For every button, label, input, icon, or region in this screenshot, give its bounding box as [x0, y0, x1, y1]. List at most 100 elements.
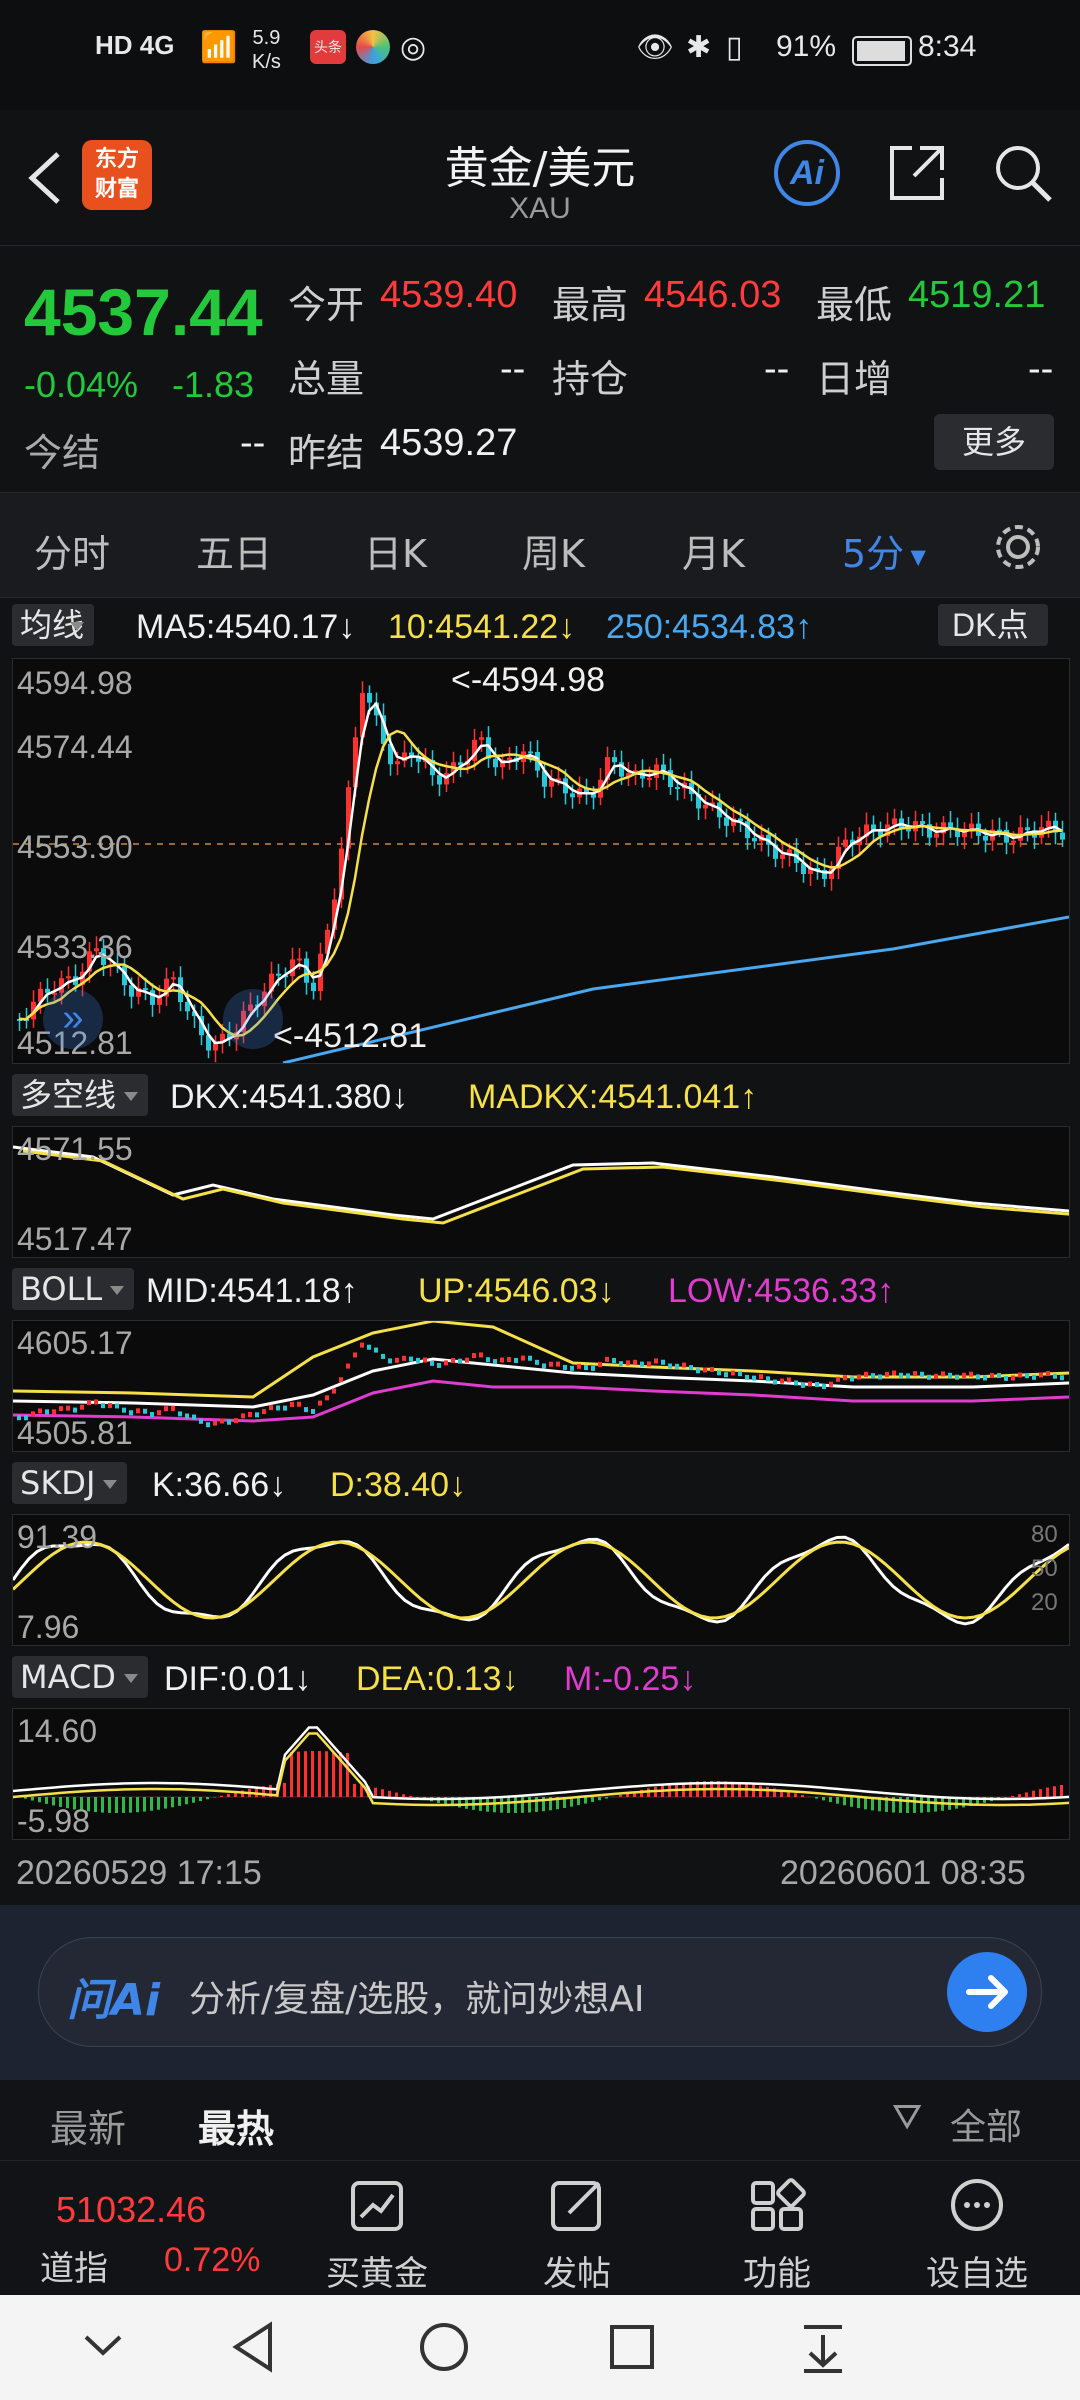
skdj-y-min: 7.96 — [17, 1609, 80, 1645]
macd-histogram-bar — [297, 1751, 300, 1797]
boll-candle — [262, 1409, 266, 1415]
boll-candle — [199, 1418, 203, 1424]
boll-candle — [591, 1365, 595, 1371]
tab-five-day[interactable]: 五日 — [196, 523, 272, 578]
feed-filter-all[interactable]: 全部 — [950, 2098, 1022, 2150]
candle-body — [843, 839, 848, 847]
dk-point-button[interactable]: DK点 — [938, 604, 1049, 646]
boll-candle — [976, 1374, 980, 1380]
functions-button[interactable]: 功能 — [702, 2175, 852, 2295]
period-tabs: 分时 五日 日K 周K 月K 5分 ▼ — [0, 492, 1080, 598]
logo-line1: 东方 — [94, 147, 139, 172]
boll-candle — [885, 1371, 889, 1377]
ma-button[interactable]: 均线 — [12, 604, 95, 646]
boll-candle — [570, 1365, 574, 1371]
dk-signal-left-icon[interactable]: » — [43, 989, 103, 1049]
search-icon[interactable] — [990, 140, 1056, 206]
boll-candle — [717, 1370, 721, 1376]
candle-body — [780, 854, 785, 859]
buy-gold-button[interactable]: 买黄金 — [302, 2175, 452, 2295]
macd-histogram-bar — [38, 1797, 41, 1803]
ai-send-button[interactable] — [947, 1952, 1027, 2032]
skdj-button[interactable]: SKDJ — [12, 1462, 128, 1504]
share-icon[interactable] — [884, 140, 950, 206]
candle-body — [297, 958, 302, 961]
hide-keyboard-icon[interactable] — [78, 2325, 128, 2365]
feed-tab-hot[interactable]: 最热 — [198, 2098, 274, 2153]
feed-tab-latest[interactable]: 最新 — [50, 2098, 126, 2153]
boll-candle — [206, 1422, 210, 1428]
tab-5min[interactable]: 5分 ▼ — [842, 523, 926, 578]
candle-body — [528, 751, 533, 754]
boll-candle — [381, 1353, 385, 1359]
tab-weekly-k[interactable]: 周K — [522, 523, 585, 578]
boll-candle — [766, 1376, 770, 1382]
eye-icon: 👁 — [636, 31, 675, 64]
quote-panel: 4537.44 -0.04% -1.83 今结 -- 今开 4539.40 最高… — [0, 246, 1080, 491]
boll-candle — [486, 1357, 490, 1363]
change-value: -1.83 — [172, 364, 255, 405]
bluetooth-icon: ✱ — [686, 31, 712, 64]
macd-histogram-bar — [850, 1797, 853, 1807]
volume-label: 总量 — [288, 357, 365, 401]
boll-candle — [136, 1408, 140, 1414]
recents-nav-icon[interactable] — [606, 2321, 658, 2373]
dk-point-label: DK点 — [952, 607, 1029, 643]
boll-candle — [787, 1377, 791, 1383]
dkx-button[interactable]: 多空线 — [12, 1074, 149, 1116]
boll-candle — [73, 1407, 77, 1413]
boll-candle — [997, 1373, 1001, 1379]
macd-histogram-bar — [332, 1751, 335, 1797]
battery-percent: 91% — [776, 30, 837, 63]
ai-search-input[interactable]: 问Ai 分析/复盘/选股，就问妙想AI — [38, 1937, 1042, 2047]
tab-daily-k[interactable]: 日K — [364, 523, 427, 578]
boll-candle — [815, 1381, 819, 1387]
add-watchlist-button[interactable]: 设自选 — [902, 2175, 1052, 2295]
change-percent: -0.04% — [24, 364, 139, 405]
macd-histogram-bar — [136, 1797, 139, 1813]
boll-candle — [969, 1371, 973, 1377]
macd-chart[interactable]: 14.60 -5.98 — [12, 1708, 1070, 1840]
dkx-line — [13, 1145, 1069, 1221]
buy-gold-label: 买黄金 — [326, 2254, 428, 2294]
ai-button[interactable]: Ai — [774, 140, 840, 206]
candle-body — [493, 758, 498, 768]
tab-monthly-k[interactable]: 月K — [682, 523, 745, 578]
candlestick-chart[interactable]: 4594.98 4574.44 4553.90 4533.36 4512.81 … — [12, 658, 1070, 1064]
back-icon[interactable] — [20, 148, 70, 208]
macd-histogram-bar — [381, 1789, 384, 1797]
more-button[interactable]: 更多 — [934, 414, 1054, 470]
boll-candle — [913, 1371, 917, 1377]
boll-candle — [528, 1355, 532, 1361]
boll-candle — [1032, 1374, 1036, 1380]
macd-histogram-bar — [143, 1797, 146, 1812]
notification-pull-icon[interactable] — [798, 2319, 848, 2375]
macd-button[interactable]: MACD — [12, 1656, 148, 1698]
boll-candle — [94, 1399, 98, 1405]
network-indicator: HD 4G — [95, 30, 175, 60]
boll-candle — [66, 1405, 70, 1411]
boll-candle — [353, 1352, 357, 1358]
home-nav-icon[interactable] — [416, 2319, 472, 2375]
dkx-chart[interactable]: 4571.55 4517.47 — [12, 1126, 1070, 1258]
boll-button[interactable]: BOLL — [12, 1268, 135, 1310]
boll-chart[interactable]: 4605.17 4505.81 — [12, 1320, 1070, 1452]
clock: 8:34 — [918, 30, 977, 63]
index-change: 0.72% — [164, 2241, 261, 2279]
filter-icon[interactable]: ⛛ — [892, 2096, 922, 2139]
boll-candle — [780, 1378, 784, 1384]
settle-value: -- — [240, 422, 266, 464]
post-button[interactable]: 发帖 — [502, 2175, 652, 2295]
tab-intraday[interactable]: 分时 — [34, 523, 110, 578]
back-nav-icon[interactable] — [228, 2319, 278, 2375]
boll-candle — [423, 1357, 427, 1363]
dk-signal-right-icon[interactable] — [223, 989, 283, 1049]
madkx-value: MADKX:4541.041↑ — [468, 1078, 758, 1116]
index-ticker[interactable]: 51032.46 道指 0.72% — [0, 2161, 290, 2296]
boll-candle — [444, 1360, 448, 1366]
candle-body — [983, 835, 988, 841]
skdj-chart[interactable]: 91.39 7.96 80 50 20 — [12, 1514, 1070, 1646]
settings-gear-icon[interactable] — [990, 519, 1046, 575]
skdj-level-50: 50 — [1031, 1555, 1058, 1582]
macd-histogram-bar — [129, 1797, 132, 1813]
